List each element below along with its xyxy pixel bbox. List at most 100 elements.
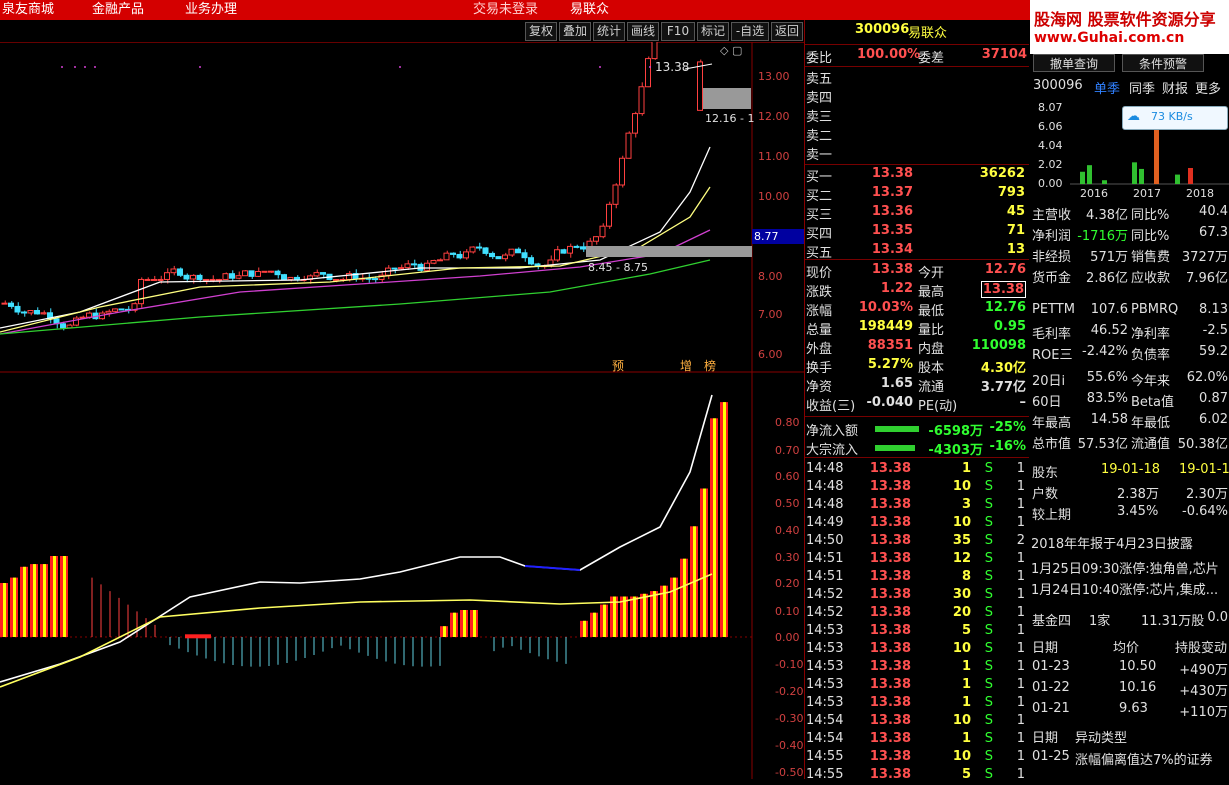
stat-label-2: 量比 — [918, 323, 945, 338]
fin-row-label-2: 同比% — [1131, 229, 1170, 244]
signal-dot — [199, 66, 201, 68]
tick-volume: 10 — [952, 749, 971, 764]
tick-price: 13.38 — [869, 677, 911, 692]
macd-bar-inner — [603, 604, 606, 637]
candle — [528, 257, 534, 265]
bar-ytick: 6.06 — [1038, 120, 1063, 133]
trade-status[interactable]: 交易未登录 — [473, 0, 538, 17]
buy-price: 13.35 — [871, 223, 913, 238]
report-date[interactable]: 2018年年报于4月23日披露 — [1031, 533, 1229, 553]
tab-report[interactable]: 财报 — [1162, 78, 1188, 97]
bar-year: 2016 — [1080, 187, 1108, 200]
fin-row: 净利润 -1716万 同比% 67.3 — [1031, 225, 1229, 245]
back-button[interactable]: 返回 — [771, 22, 803, 41]
kline-chart[interactable] — [0, 42, 805, 779]
daily-row: 01-22 10.16 +430万 — [1031, 680, 1229, 700]
fin-row-value-2: 67.3 — [1199, 225, 1228, 240]
buy-volume: 36262 — [979, 166, 1025, 181]
candle — [599, 225, 606, 238]
stat-value-2: 13.38 — [980, 281, 1026, 298]
tab-more[interactable]: 更多 — [1195, 78, 1221, 97]
range-box-left — [586, 246, 752, 257]
buy-row[interactable]: 买一 13.38 36262 — [805, 166, 1029, 185]
bar-year: 2017 — [1133, 187, 1161, 200]
candle — [313, 272, 320, 277]
bar-ytick: 2.02 — [1038, 158, 1063, 171]
bar-ytick: 0.00 — [1038, 177, 1063, 190]
macd-bar-inner — [593, 612, 596, 637]
watermark-text: 股海网 股票软件资源分享 — [1034, 10, 1216, 29]
alert-button[interactable]: 条件预警 — [1122, 54, 1204, 72]
stat-label-2: 流通 — [918, 380, 945, 395]
tab-same-quarter[interactable]: 同季 — [1129, 78, 1155, 97]
draw-button[interactable]: 画线 — [627, 22, 659, 41]
f10-button[interactable]: F10 — [661, 22, 695, 41]
candle — [463, 251, 469, 259]
candle — [268, 270, 274, 273]
daily-row: 01-21 9.63 +110万 — [1031, 701, 1229, 721]
candle — [437, 259, 443, 262]
overlay-button[interactable]: 叠加 — [559, 22, 591, 41]
flow-label: 大宗流入 — [806, 443, 859, 458]
tick-count: 1 — [1016, 461, 1025, 476]
marker-list[interactable]: 榜 — [704, 357, 716, 374]
candle — [294, 276, 300, 280]
tick-time: 14:50 — [806, 533, 844, 548]
marker-increase[interactable]: 增 — [680, 357, 692, 374]
macd-tick: -0.50 — [775, 766, 804, 779]
news-item[interactable]: 1月25日09:30涨停:独角兽,芯片 — [1031, 558, 1229, 578]
trade-tick-row: 14:53 13.38 1 S 1 — [805, 677, 1029, 695]
candle — [235, 275, 242, 279]
daily-price: 10.16 — [1119, 680, 1157, 695]
marker-forecast[interactable]: 预 — [612, 357, 624, 374]
menu-business[interactable]: 业务办理 — [185, 0, 237, 17]
bar — [1080, 171, 1085, 184]
price-tick: 10.00 — [758, 190, 790, 203]
news-item[interactable]: 1月24日10:40涨停:芯片,集成... — [1031, 579, 1229, 599]
candle — [34, 309, 40, 315]
candle — [333, 278, 339, 281]
watchlist-button[interactable]: -自选 — [731, 22, 769, 41]
menu-finance[interactable]: 金融产品 — [92, 0, 144, 17]
candle — [411, 263, 417, 266]
macd-bar — [185, 634, 211, 639]
tick-time: 14:51 — [806, 551, 844, 566]
cancel-query-button[interactable]: 撤单查询 — [1033, 54, 1115, 72]
fin-row-label-2: 销售费 — [1131, 250, 1171, 265]
candle — [157, 278, 164, 281]
bar — [1175, 174, 1180, 184]
candle — [170, 268, 177, 274]
candle — [593, 236, 599, 242]
daily-change: +490万 — [1179, 663, 1228, 678]
daily-date: 01-21 — [1032, 701, 1070, 716]
stats-button[interactable]: 统计 — [593, 22, 625, 41]
buy-row[interactable]: 买四 13.35 71 — [805, 223, 1029, 242]
tick-count: 1 — [1016, 587, 1025, 602]
flow-pct: -25% — [989, 420, 1026, 435]
macd-tick: 0.70 — [775, 444, 800, 457]
diamond-icon[interactable]: ◇ ▢ — [720, 44, 742, 57]
stat-label: 涨跌 — [806, 285, 833, 300]
bar — [1087, 165, 1092, 184]
trade-tick-row: 14:48 13.38 10 S 1 — [805, 479, 1029, 497]
tab-quarter[interactable]: 单季 — [1094, 78, 1120, 97]
holder-count-2: 2.30万 — [1186, 487, 1228, 502]
perf-row-label-2: 年最低 — [1131, 416, 1171, 431]
ratio-row-label: ROE三 — [1032, 348, 1073, 363]
anomaly-row[interactable]: 01-25 涨幅偏离值达7%的证券 — [1031, 749, 1229, 769]
net-speed-widget[interactable]: ☁ 73 KB/s — [1122, 106, 1228, 130]
buy-row[interactable]: 买二 13.37 793 — [805, 185, 1029, 204]
tick-count: 1 — [1016, 713, 1025, 728]
price-tick: 11.00 — [758, 150, 790, 163]
buy-volume: 45 — [1006, 204, 1025, 219]
bar-ytick: 4.04 — [1038, 139, 1063, 152]
fuquan-button[interactable]: 复权 — [525, 22, 557, 41]
ratio-row-label: PETTM — [1032, 302, 1075, 317]
menu-store[interactable]: 泉友商城 — [2, 0, 54, 17]
macd-tick: -0.40 — [775, 739, 804, 752]
perf-row-value: 14.58 — [1090, 412, 1128, 427]
macd-bar-inner — [723, 402, 726, 637]
daily-head-change: 持股变动 — [1175, 641, 1228, 656]
mark-button[interactable]: 标记 — [697, 22, 729, 41]
buy-row[interactable]: 买三 13.36 45 — [805, 204, 1029, 223]
